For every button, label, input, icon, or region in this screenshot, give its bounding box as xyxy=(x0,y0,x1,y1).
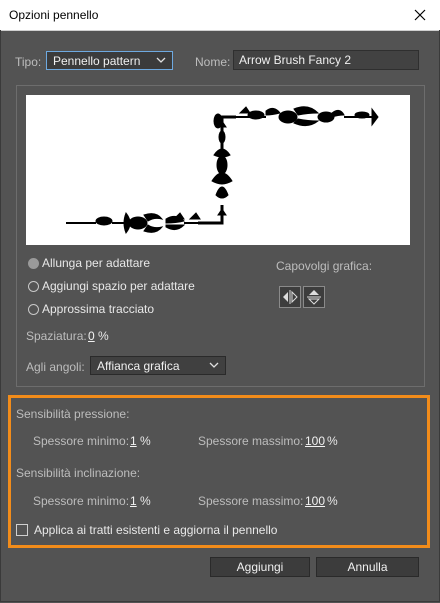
tipo-label: Tipo: xyxy=(15,55,42,69)
corners-value: Affianca grafica xyxy=(97,359,180,373)
pressure-title: Sensibilità pressione: xyxy=(16,407,130,421)
chevron-down-icon xyxy=(209,362,219,368)
spacing-value[interactable]: 0 xyxy=(88,329,95,343)
radio-allunga[interactable] xyxy=(28,258,39,269)
flip-across-button[interactable] xyxy=(303,286,325,308)
corners-dropdown[interactable]: Affianca grafica xyxy=(90,356,226,375)
tilt-min-label: Spessore minimo: xyxy=(33,494,130,508)
pressure-max-value[interactable]: 100 xyxy=(305,434,325,448)
title-bar: Opzioni pennello xyxy=(0,0,440,31)
flip-along-button[interactable] xyxy=(279,286,301,308)
radio-allunga-label: Allunga per adattare xyxy=(42,256,151,270)
brush-preview xyxy=(26,95,410,245)
tilt-title: Sensibilità inclinazione: xyxy=(16,466,141,480)
tilt-min-value[interactable]: 1 xyxy=(130,494,137,508)
pressure-min-value[interactable]: 1 xyxy=(130,434,137,448)
brush-preview-graphic xyxy=(66,106,379,234)
tilt-max-value[interactable]: 100 xyxy=(305,494,325,508)
pressure-min-label: Spessore minimo: xyxy=(33,434,130,448)
tipo-dropdown[interactable]: Pennello pattern xyxy=(46,51,173,70)
window-title: Opzioni pennello xyxy=(9,8,99,22)
apply-existing-checkbox[interactable] xyxy=(16,524,28,536)
nome-value: Arrow Brush Fancy 2 xyxy=(239,53,352,67)
nome-label: Nome: xyxy=(195,55,231,69)
tilt-max-unit: % xyxy=(327,494,338,508)
tilt-max-label: Spessore massimo: xyxy=(198,494,304,508)
chevron-down-icon xyxy=(156,57,166,63)
pressure-max-unit: % xyxy=(327,434,338,448)
radio-approssima-label: Approssima tracciato xyxy=(42,302,155,316)
flip-across-icon xyxy=(307,290,321,305)
annulla-button[interactable]: Annulla xyxy=(316,557,419,577)
close-icon xyxy=(414,9,426,21)
spacing-label: Spaziatura: xyxy=(26,329,87,343)
pressure-max-label: Spessore massimo: xyxy=(198,434,304,448)
spacing-unit: % xyxy=(98,329,109,343)
corners-label: Agli angoli: xyxy=(26,360,85,374)
flip-label: Capovolgi grafica: xyxy=(276,259,373,273)
nome-input[interactable]: Arrow Brush Fancy 2 xyxy=(233,50,419,70)
radio-aggiungi-spazio-label: Aggiungi spazio per adattare xyxy=(42,279,195,293)
tilt-min-unit: % xyxy=(140,494,151,508)
aggiungi-button[interactable]: Aggiungi xyxy=(210,557,310,577)
close-button[interactable] xyxy=(400,0,440,30)
radio-approssima[interactable] xyxy=(28,304,39,315)
apply-existing-label: Applica ai tratti esistenti e aggiorna i… xyxy=(34,523,278,537)
flip-along-icon xyxy=(283,290,298,304)
radio-aggiungi-spazio[interactable] xyxy=(28,281,39,292)
pressure-min-unit: % xyxy=(140,434,151,448)
tipo-value: Pennello pattern xyxy=(53,54,141,68)
